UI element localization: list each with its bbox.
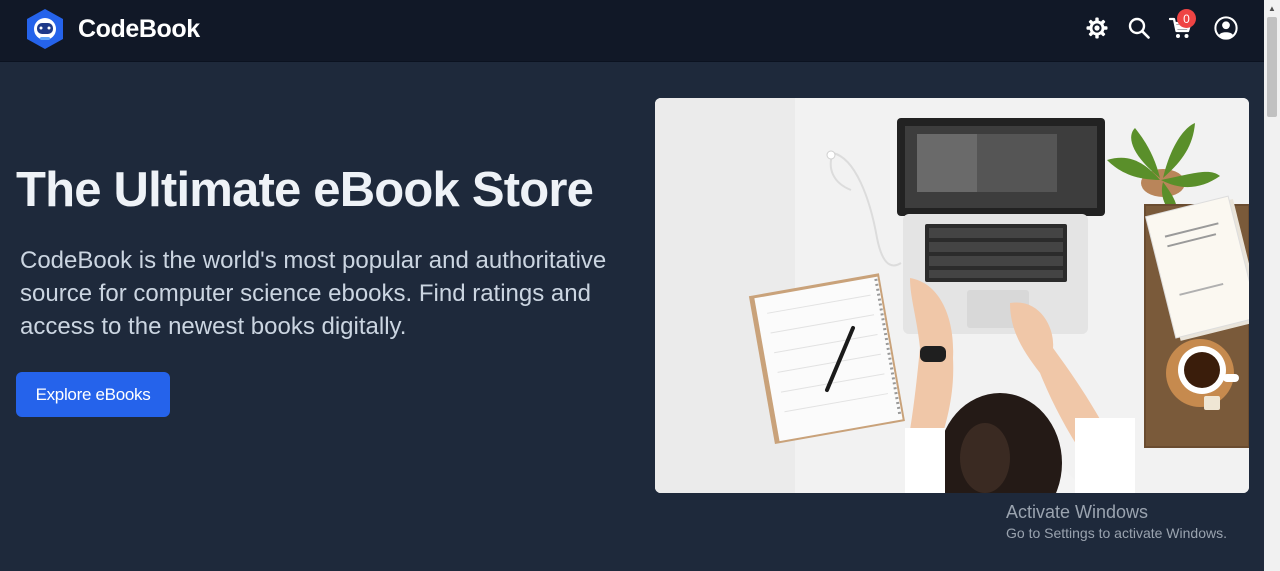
scroll-up-arrow-icon[interactable]: ▲ [1264, 0, 1280, 16]
cart-count-badge: 0 [1177, 9, 1196, 28]
watermark-title: Activate Windows [1006, 502, 1149, 522]
scrollbar-thumb[interactable] [1267, 17, 1277, 117]
watermark-subtitle: Go to Settings to activate Windows. [1006, 525, 1227, 541]
user-circle-icon[interactable] [1214, 15, 1238, 41]
explore-ebooks-button[interactable]: Explore eBooks [16, 372, 170, 417]
vertical-scrollbar[interactable]: ▲ [1264, 0, 1280, 571]
brand-name: CodeBook [78, 14, 200, 43]
hero-title: The Ultimate eBook Store [16, 163, 594, 217]
astronaut-logo-icon [27, 9, 63, 49]
hero-description: CodeBook is the world's most popular and… [20, 247, 607, 340]
navbar: CodeBook 0 [0, 0, 1264, 62]
hero-workspace-photo [655, 98, 1249, 493]
gear-icon[interactable] [1085, 15, 1109, 41]
windows-activation-watermark: Activate Windows Go to Settings to activ… [1006, 502, 1227, 542]
search-icon[interactable] [1127, 15, 1151, 41]
brand-link[interactable]: CodeBook [26, 9, 200, 49]
